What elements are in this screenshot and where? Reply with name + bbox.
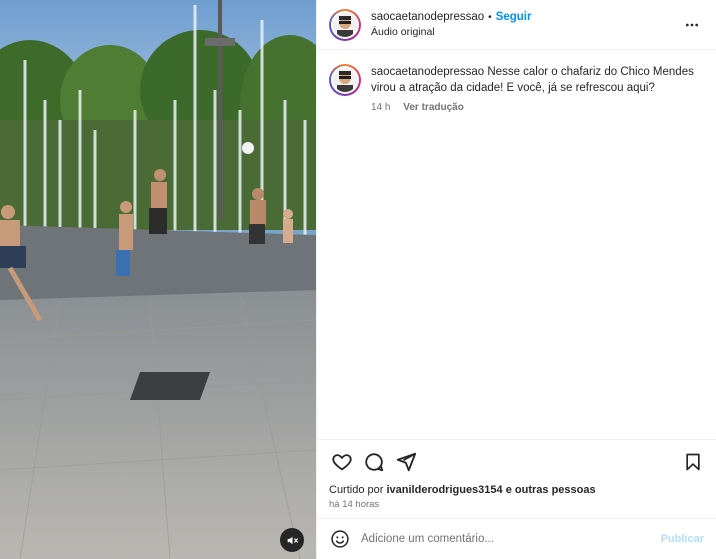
post-comment-button[interactable]: Publicar	[661, 533, 704, 545]
save-button[interactable]	[680, 449, 706, 475]
separator-dot: •	[488, 11, 492, 23]
comments-section: saocaetanodepressao Nesse calor o chafar…	[317, 50, 716, 439]
caption-time[interactable]: 14 h	[371, 102, 390, 113]
avatar[interactable]	[329, 8, 361, 41]
liker-username-link[interactable]: ivanilderodrigues3154	[386, 484, 502, 496]
speaker-muted-icon	[287, 536, 298, 544]
post-info-panel: saocaetanodepressao • Seguir Áudio origi…	[316, 0, 716, 559]
add-comment-bar: Publicar	[317, 518, 716, 559]
follow-button[interactable]: Seguir	[496, 10, 532, 25]
post-video[interactable]	[0, 0, 316, 559]
post-header: saocaetanodepressao • Seguir Áudio origi…	[317, 0, 716, 50]
share-button[interactable]	[393, 449, 419, 475]
caption: saocaetanodepressao Nesse calor o chafar…	[329, 64, 704, 116]
send-icon	[396, 452, 417, 471]
bookmark-icon	[686, 453, 700, 470]
likes-prefix: Curtido por	[329, 484, 384, 496]
profile-picture	[333, 12, 357, 37]
more-options-button[interactable]	[680, 13, 704, 37]
comment-button[interactable]	[361, 449, 387, 475]
caption-username-link[interactable]: saocaetanodepressao	[371, 66, 484, 78]
comment-input[interactable]	[361, 533, 661, 545]
more-horizontal-icon	[686, 23, 698, 26]
fountain-scene-image	[0, 0, 316, 559]
heart-icon	[332, 453, 352, 470]
post-timestamp[interactable]: há 14 horas	[317, 497, 716, 518]
post-dialog: saocaetanodepressao • Seguir Áudio origi…	[0, 0, 716, 559]
audio-link[interactable]: Áudio original	[371, 25, 680, 40]
translate-button[interactable]: Ver tradução	[403, 102, 464, 113]
action-bar	[317, 439, 716, 483]
others-link[interactable]: e outras pessoas	[506, 484, 596, 496]
likes-summary: Curtido por ivanilderodrigues3154 e outr…	[317, 483, 716, 497]
comment-icon	[365, 452, 384, 471]
smiley-icon	[331, 530, 349, 548]
mute-toggle-button[interactable]	[280, 528, 304, 552]
like-button[interactable]	[329, 449, 355, 475]
emoji-button[interactable]	[329, 528, 351, 550]
profile-picture	[333, 68, 357, 92]
caption-avatar[interactable]	[329, 64, 361, 96]
post-username-link[interactable]: saocaetanodepressao	[371, 10, 484, 25]
